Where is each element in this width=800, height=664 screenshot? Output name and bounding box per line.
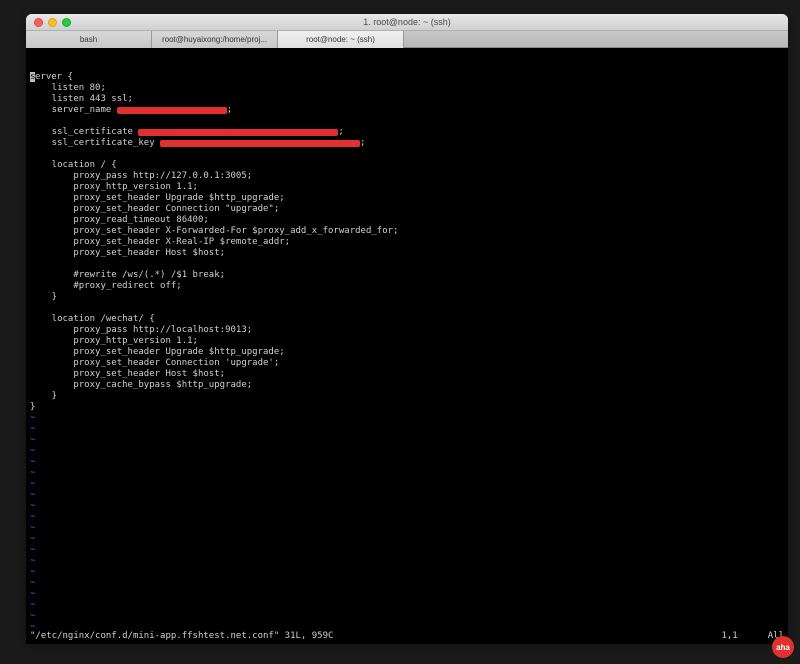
code-line: proxy_set_header Upgrade $http_upgrade; [30, 347, 784, 358]
code-line: proxy_read_timeout 86400; [30, 215, 784, 226]
empty-line-tilde: ~ [30, 567, 784, 578]
titlebar[interactable]: 1. root@node: ~ (ssh) [26, 14, 788, 31]
code-line: #proxy_redirect off; [30, 281, 784, 292]
window-title: 1. root@node: ~ (ssh) [363, 17, 450, 27]
code-line: proxy_http_version 1.1; [30, 182, 784, 193]
code-line [30, 149, 784, 160]
code-line: listen 443 ssl; [30, 94, 784, 105]
empty-line-tilde: ~ [30, 600, 784, 611]
badge-text: aha [776, 643, 790, 652]
code-line: proxy_set_header Host $host; [30, 248, 784, 259]
empty-line-tilde: ~ [30, 457, 784, 468]
traffic-lights [34, 18, 71, 27]
code-line: ssl_certificate_key ; [30, 138, 784, 149]
code-line: proxy_pass http://127.0.0.1:3005; [30, 171, 784, 182]
code-line: proxy_set_header Connection 'upgrade'; [30, 358, 784, 369]
code-line: proxy_http_version 1.1; [30, 336, 784, 347]
empty-line-tilde: ~ [30, 534, 784, 545]
code-line [30, 116, 784, 127]
empty-line-tilde: ~ [30, 589, 784, 600]
status-position: 1,1 [721, 631, 737, 642]
terminal-content[interactable]: server { listen 80; listen 443 ssl; serv… [26, 48, 788, 644]
empty-line-tilde: ~ [30, 424, 784, 435]
code-line: proxy_set_header Upgrade $http_upgrade; [30, 193, 784, 204]
status-file: "/etc/nginx/conf.d/mini-app.ffshtest.net… [30, 631, 333, 642]
code-line: server_name ; [30, 105, 784, 116]
empty-line-tilde: ~ [30, 479, 784, 490]
empty-line-tilde: ~ [30, 523, 784, 534]
code-line: proxy_pass http://localhost:9013; [30, 325, 784, 336]
empty-line-tilde: ~ [30, 501, 784, 512]
code-line: #rewrite /ws/(.*) /$1 break; [30, 270, 784, 281]
code-line: } [30, 402, 784, 413]
code-line [30, 259, 784, 270]
code-line: proxy_set_header Connection "upgrade"; [30, 204, 784, 215]
empty-line-tilde: ~ [30, 413, 784, 424]
code-line: proxy_set_header Host $host; [30, 369, 784, 380]
empty-line-tilde: ~ [30, 446, 784, 457]
maximize-button[interactable] [62, 18, 71, 27]
redacted-text [138, 129, 338, 136]
code-line: proxy_set_header X-Real-IP $remote_addr; [30, 237, 784, 248]
empty-line-tilde: ~ [30, 611, 784, 622]
redacted-text [160, 140, 360, 147]
empty-line-tilde: ~ [30, 545, 784, 556]
redacted-text [117, 107, 227, 114]
empty-line-tilde: ~ [30, 512, 784, 523]
tab-ssh-1[interactable]: root@huyaixong:/home/proj... [152, 31, 278, 48]
vim-status-line: "/etc/nginx/conf.d/mini-app.ffshtest.net… [30, 631, 784, 642]
code-line: } [30, 292, 784, 303]
code-line [30, 303, 784, 314]
code-line: location /wechat/ { [30, 314, 784, 325]
tab-bash[interactable]: bash [26, 31, 152, 48]
code-line: server { [30, 72, 784, 83]
aha-badge-icon[interactable]: aha [772, 636, 794, 658]
empty-line-tilde: ~ [30, 578, 784, 589]
empty-line-tilde: ~ [30, 556, 784, 567]
empty-line-tilde: ~ [30, 490, 784, 501]
minimize-button[interactable] [48, 18, 57, 27]
close-button[interactable] [34, 18, 43, 27]
code-line: listen 80; [30, 83, 784, 94]
empty-line-tilde: ~ [30, 468, 784, 479]
code-line: proxy_set_header X-Forwarded-For $proxy_… [30, 226, 784, 237]
code-line: ssl_certificate ; [30, 127, 784, 138]
tab-ssh-2[interactable]: root@node: ~ (ssh) [278, 31, 404, 48]
code-line: location / { [30, 160, 784, 171]
code-line: } [30, 391, 784, 402]
terminal-window: 1. root@node: ~ (ssh) bash root@huyaixon… [26, 14, 788, 644]
code-line: proxy_cache_bypass $http_upgrade; [30, 380, 784, 391]
tabbar: bash root@huyaixong:/home/proj... root@n… [26, 31, 788, 48]
empty-line-tilde: ~ [30, 435, 784, 446]
